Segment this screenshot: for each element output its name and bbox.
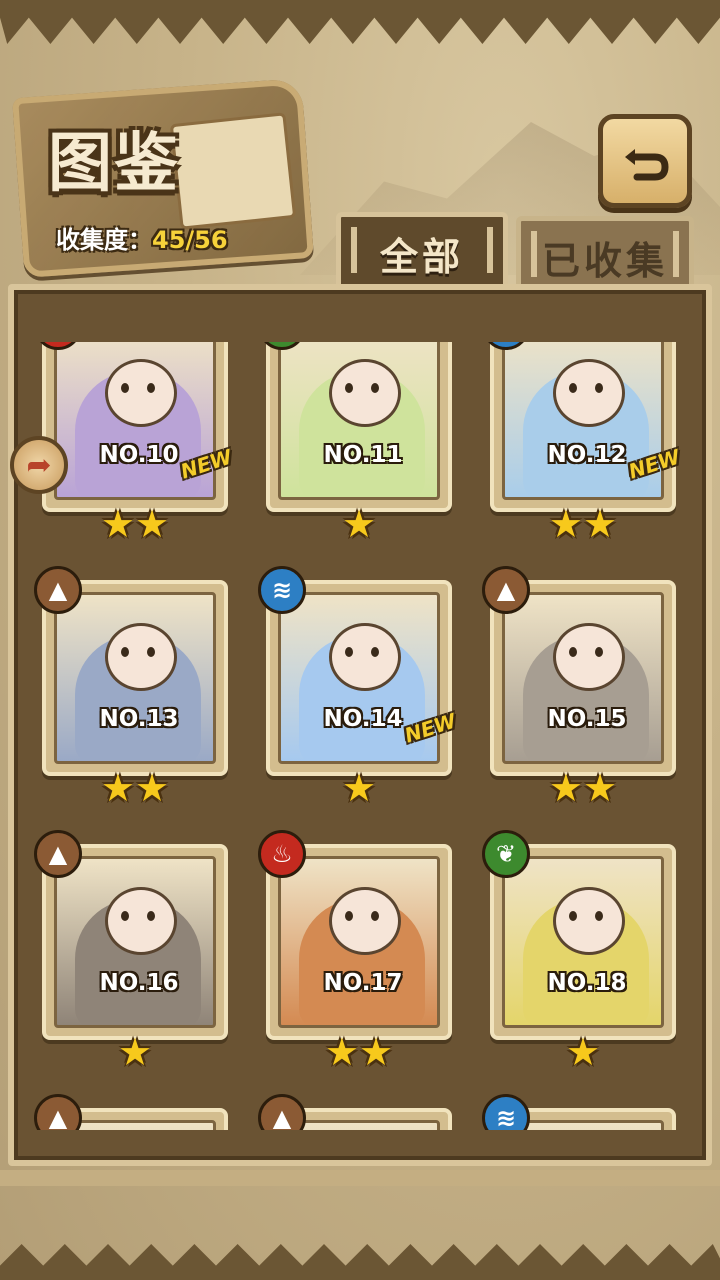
monster-head <box>553 623 625 691</box>
mountain-icon: ▲ <box>34 830 82 878</box>
monster-eye <box>121 383 129 393</box>
monster-eye <box>371 647 379 657</box>
mountain-icon: ▲ <box>482 566 530 614</box>
star-icon: ★ <box>117 1030 153 1074</box>
monster-card[interactable]: NO.14 ★ NEW ≋ <box>258 566 459 810</box>
card-number: NO.17 <box>323 970 403 996</box>
star-icon: ★ <box>341 766 377 810</box>
monster-card[interactable]: NO.18 ★ ❦ <box>482 830 676 1074</box>
tab-collected[interactable]: 已收集 <box>516 216 694 293</box>
monster-card[interactable]: NO.10★★NEW♨ <box>34 342 235 546</box>
rarity-stars: ★★ <box>42 502 228 546</box>
rarity-stars: ★ <box>490 1030 676 1074</box>
monster-eye <box>569 647 577 657</box>
monster-portrait <box>502 592 664 764</box>
rarity-stars: ★ <box>266 766 452 810</box>
monster-eye <box>371 911 379 921</box>
water-icon: ≋ <box>482 1094 530 1130</box>
mountain-icon: ▲ <box>34 566 82 614</box>
card-panel: NO.12 <box>490 342 676 512</box>
card-number: NO.16 <box>99 970 179 996</box>
monster-eye <box>569 911 577 921</box>
card-number: NO.15 <box>547 706 627 732</box>
card-grid[interactable]: NO.10★★NEW♨NO.11★❦NO.12★★NEW≋NO.13★★▲NO.… <box>24 342 696 1130</box>
collection-label: 收集度： <box>56 226 152 254</box>
star-icon: ★ <box>341 502 377 546</box>
star-icon: ★★ <box>324 1030 394 1074</box>
monster-head <box>553 359 625 427</box>
rarity-stars: ★★ <box>42 766 228 810</box>
rarity-stars: ★ <box>42 1030 228 1074</box>
monster-eye <box>345 647 353 657</box>
monster-card[interactable]: NO.13 ★★ ▲ <box>34 566 228 810</box>
card-panel: NO.11 <box>266 342 452 512</box>
monster-eye <box>345 383 353 393</box>
star-icon: ★★ <box>548 502 618 546</box>
tab-all[interactable]: 全部 <box>336 212 508 289</box>
monster-card[interactable]: ▲ <box>34 1094 228 1130</box>
monster-portrait <box>54 592 216 764</box>
scroll-arrow-button[interactable]: ➦ <box>10 436 68 494</box>
rarity-stars: ★★ <box>266 1030 452 1074</box>
monster-eye <box>371 383 379 393</box>
card-number: NO.11 <box>323 442 403 468</box>
mountain-icon: ▲ <box>258 1094 306 1130</box>
monster-eye <box>569 383 577 393</box>
leaf-icon: ❦ <box>482 830 530 878</box>
monster-head <box>329 623 401 691</box>
monster-head <box>329 887 401 955</box>
monster-eye <box>595 911 603 921</box>
flame-icon: ♨ <box>258 830 306 878</box>
monster-card[interactable]: NO.12★★NEW≋ <box>482 342 683 546</box>
rarity-stars: ★★ <box>490 766 676 810</box>
monster-card[interactable]: NO.17 ★★ ♨ <box>258 830 452 1074</box>
monster-eye <box>147 647 155 657</box>
book-pages <box>169 112 297 230</box>
monster-head <box>553 887 625 955</box>
collection-progress: 收集度：45/56 <box>56 220 228 255</box>
monster-eye <box>121 647 129 657</box>
monster-portrait <box>278 856 440 1028</box>
monster-head <box>105 359 177 427</box>
rarity-stars: ★ <box>266 502 452 546</box>
return-arrow-icon <box>625 149 669 181</box>
page-title: 图鉴 <box>48 126 180 201</box>
star-icon: ★ <box>565 1030 601 1074</box>
mountain-icon: ▲ <box>34 1094 82 1130</box>
monster-eye <box>595 647 603 657</box>
monster-portrait <box>502 856 664 1028</box>
monster-card[interactable]: ≋ <box>482 1094 676 1130</box>
monster-eye <box>121 911 129 921</box>
monster-card[interactable]: NO.15 ★★ ▲ <box>482 566 676 810</box>
back-button[interactable] <box>598 114 692 208</box>
monster-card[interactable]: NO.16 ★ ▲ <box>34 830 228 1074</box>
monster-card[interactable]: NO.11★❦ <box>258 342 452 546</box>
water-icon: ≋ <box>258 566 306 614</box>
collection-value: 45/56 <box>152 226 228 254</box>
card-panel: NO.10 <box>42 342 228 512</box>
rarity-stars: ★★ <box>490 502 676 546</box>
card-number: NO.18 <box>547 970 627 996</box>
monster-head <box>105 887 177 955</box>
monster-portrait <box>278 342 440 500</box>
frame-bottom-strip <box>0 1170 720 1186</box>
card-number: NO.13 <box>99 706 179 732</box>
arrow-icon: ➦ <box>26 447 52 483</box>
monster-card[interactable]: ▲ <box>258 1094 452 1130</box>
monster-eye <box>345 911 353 921</box>
monster-head <box>329 359 401 427</box>
monster-eye <box>595 383 603 393</box>
star-icon: ★★ <box>100 502 170 546</box>
monster-portrait <box>54 856 216 1028</box>
star-icon: ★★ <box>548 766 618 810</box>
monster-eye <box>147 911 155 921</box>
monster-head <box>105 623 177 691</box>
monster-eye <box>147 383 155 393</box>
star-icon: ★★ <box>100 766 170 810</box>
